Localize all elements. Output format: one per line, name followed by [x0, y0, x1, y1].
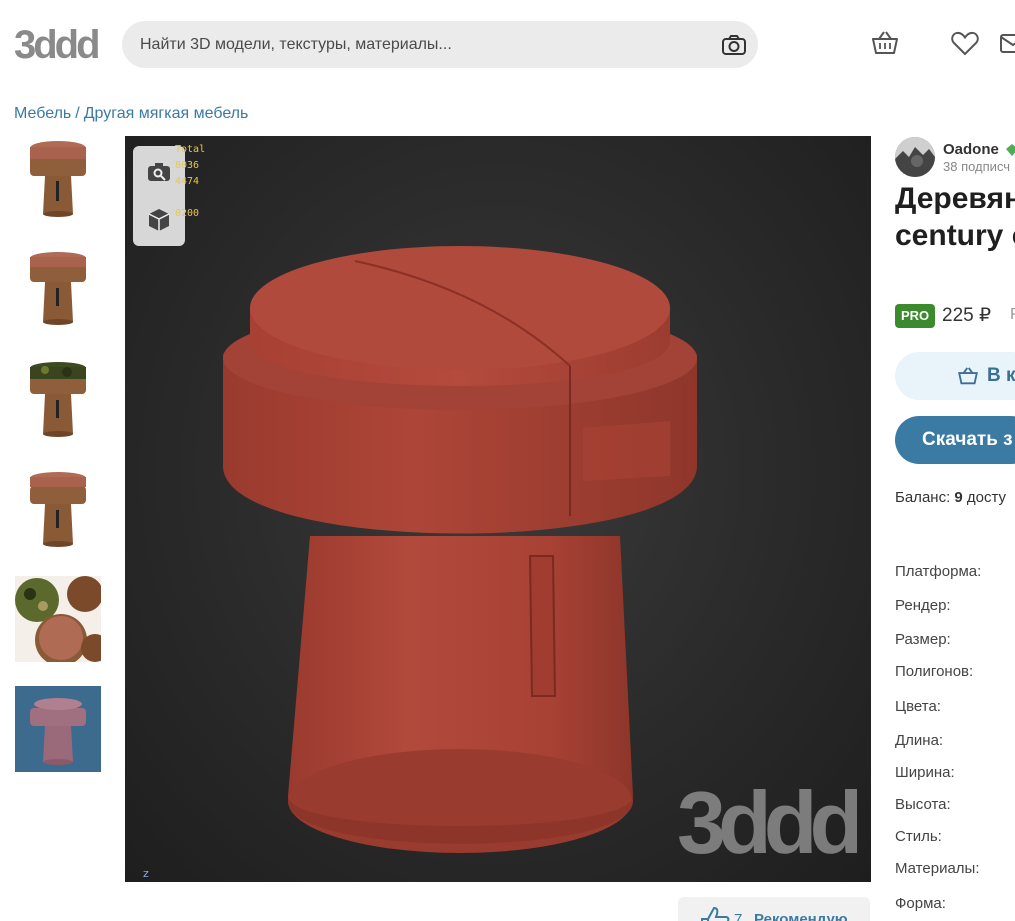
download-label: Скачать з — [922, 429, 1013, 450]
product-title: Деревян century c — [895, 180, 1015, 254]
thumbnail-3[interactable] — [15, 356, 101, 442]
stats-polys: 8036 — [175, 160, 200, 171]
header: 3ddd — [0, 0, 1015, 90]
spec-height: Высота: — [895, 796, 951, 813]
heart-icon[interactable] — [950, 28, 980, 58]
model-viewer[interactable]: Total 8036 4474 0200 3ddd z — [125, 136, 871, 882]
avatar[interactable] — [895, 137, 935, 177]
recommend-button[interactable]: 7 Рекомендую — [678, 897, 870, 921]
spec-render: Рендер: — [895, 597, 951, 614]
spec-platform: Платформа: — [895, 563, 982, 580]
site-logo[interactable]: 3ddd — [14, 22, 101, 67]
basket-icon — [957, 365, 979, 387]
product-title-line1: Деревян — [895, 182, 1015, 215]
pro-badge: PRO — [895, 304, 936, 328]
poly-stats: Total 8036 4474 0200 — [175, 142, 205, 222]
stats-verts: 4474 — [175, 176, 200, 187]
cube-icon[interactable] — [145, 206, 173, 234]
stats-fps: 0200 — [175, 208, 200, 219]
spec-length: Длина: — [895, 732, 944, 749]
stats-total-label: Total — [175, 144, 206, 155]
spec-width: Ширина: — [895, 764, 955, 781]
balance-label: Баланс: — [895, 489, 951, 506]
camera-icon[interactable] — [720, 31, 748, 59]
search-input[interactable] — [140, 33, 700, 57]
author-name[interactable]: Oadone — [943, 141, 999, 158]
add-to-cart-button[interactable]: В к — [895, 352, 1015, 400]
model-render — [223, 246, 697, 853]
camera-icon[interactable] — [145, 158, 173, 186]
balance-suffix: досту — [966, 489, 1007, 506]
price-extra: Р — [1010, 306, 1015, 324]
price: 225 ₽ — [942, 305, 992, 326]
balance-value: 9 — [954, 489, 963, 506]
thumbnail-1[interactable] — [15, 136, 101, 222]
thumbnail-5[interactable] — [15, 576, 109, 666]
spec-materials: Материалы: — [895, 860, 980, 877]
watermark-logo: 3ddd — [677, 773, 865, 872]
breadcrumb-link-furniture[interactable]: Мебель — [14, 105, 71, 122]
breadcrumb-separator: / — [75, 105, 80, 122]
thumbnail-6[interactable] — [15, 686, 101, 772]
add-to-cart-label: В к — [987, 365, 1015, 386]
product-title-line2: century c — [895, 219, 1015, 252]
author-subscribers: 38 подписч — [943, 159, 1011, 174]
breadcrumb: Мебель / Другая мягкая мебель — [14, 105, 248, 123]
mail-icon[interactable] — [998, 28, 1015, 58]
spec-polygons: Полигонов: — [895, 663, 974, 680]
thumbs-up-icon — [698, 905, 730, 921]
spec-shape: Форма: — [895, 895, 946, 912]
recommend-label: Рекомендую — [754, 911, 848, 921]
thumbnail-4[interactable] — [15, 466, 101, 552]
axis-gizmo: z — [143, 867, 149, 880]
balance-info: Баланс: 9 досту — [895, 489, 1006, 506]
search-bar[interactable] — [122, 21, 758, 68]
basket-icon[interactable] — [870, 28, 900, 58]
download-button[interactable]: Скачать з — [895, 416, 1015, 464]
recommend-count: 7 — [734, 911, 743, 921]
spec-colors: Цвета: — [895, 698, 941, 715]
spec-style: Стиль: — [895, 828, 942, 845]
thumbnail-2[interactable] — [15, 246, 101, 332]
svg-text:3ddd: 3ddd — [14, 23, 98, 66]
spec-size: Размер: — [895, 631, 951, 648]
watermark-text: 3ddd — [677, 783, 857, 863]
breadcrumb-link-soft-furniture[interactable]: Другая мягкая мебель — [84, 105, 249, 122]
verified-icon — [1005, 143, 1015, 157]
